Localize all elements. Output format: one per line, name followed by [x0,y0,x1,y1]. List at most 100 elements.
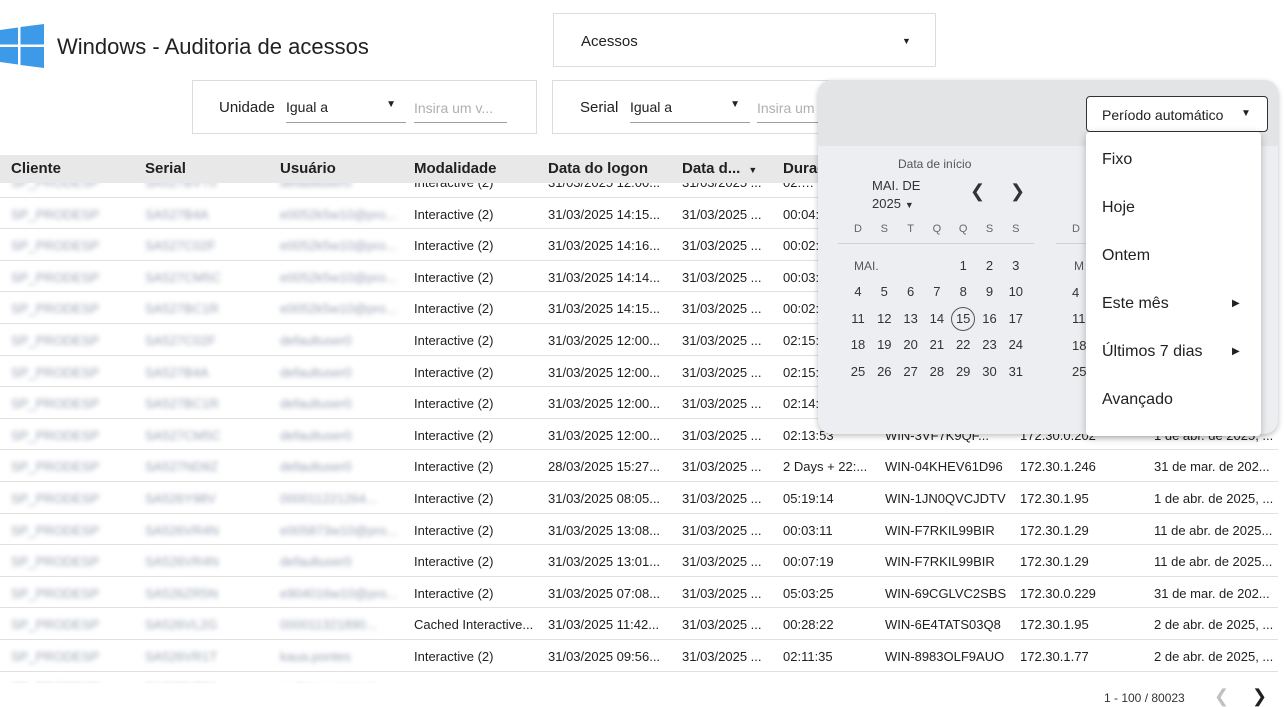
menu-item-ontem[interactable]: Ontem [1086,224,1261,272]
calendar-day[interactable]: 1 [951,254,975,278]
table-row[interactable]: SP_PRODESP SA527ND9Z defaultuser0 Interacti… [0,450,1278,482]
table-row[interactable]: SP_PRODESP SA527N7B0 audinus.pessoal Intera… [0,672,1278,683]
calendar-day[interactable]: 31 [1004,360,1028,384]
calendar-day[interactable]: 9 [978,280,1002,304]
calendar-weekday: T [907,223,914,235]
filter-value-input[interactable] [414,93,507,123]
calendar-day[interactable]: 18 [1072,338,1086,353]
calendar-day[interactable]: 11 [846,307,870,331]
column-header-usuario[interactable]: Usuário [280,160,405,177]
menu-item--ltimos-7-dias[interactable]: Últimos 7 dias ▶ [1086,320,1261,368]
period-options-menu: Fixo Hoje Ontem Este mês ▶ Últimos 7 dias ▶ Ava… [1086,132,1261,436]
table-cell: kaua.pontes [280,649,351,664]
calendar-day[interactable]: 23 [978,333,1002,357]
calendar-day[interactable]: 20 [899,333,923,357]
calendar-day[interactable]: 24 [1004,333,1028,357]
table-row[interactable]: SP_PRODESP SA526VL2G 000011321890... Cached… [0,608,1278,640]
table-cell: WIN-F7RKIL99BIR [885,554,995,570]
menu-item-fixo[interactable]: Fixo [1086,128,1261,176]
calendar-day[interactable]: 5 [872,280,896,304]
filter-operator-select[interactable]: Igual a ▼ [286,93,406,123]
dropdown-caret-icon: ▼ [1241,108,1251,119]
table-cell: WIN-NO232BG.IG41 [885,681,1013,683]
table-cell: e0052k5w10@pro... [280,269,397,285]
table-row[interactable]: SP_PRODESP SA526Y98V 000011221264... Intera… [0,482,1278,514]
menu-item-este-m-s[interactable]: Este mês ▶ [1086,272,1261,320]
calendar-day[interactable]: 30 [978,360,1002,384]
report-select[interactable]: Acessos ▼ [553,13,936,67]
calendar-day-today[interactable]: 15 [951,306,976,331]
filter-label: Serial [580,99,619,116]
table-cell: Interactive (2) [414,554,494,570]
calendar-day[interactable]: 4 [1072,285,1079,300]
table-row[interactable]: SP_PRODESP SA526ZR5N e904016w10@pro... Inte… [0,577,1278,609]
menu-item-avan-ado[interactable]: Avançado [1086,368,1261,416]
calendar-day[interactable]: 22 [951,333,975,357]
calendar-day[interactable]: 6 [899,280,923,304]
table-cell: SP_PRODESP [11,333,100,348]
calendar-day[interactable]: 25 [1072,364,1086,379]
table-cell: SA527C02F [145,238,216,254]
table-row[interactable]: SP_PRODESP SA526VR4N defaultuser0 Interacti… [0,545,1278,577]
sort-desc-icon[interactable]: ▼ [748,165,757,175]
calendar-day[interactable]: 19 [872,333,896,357]
table-cell: 00:28:22 [783,617,834,633]
calendar-day[interactable]: 16 [978,307,1002,331]
calendar-day[interactable]: 4 [846,280,870,304]
column-header-cliente[interactable]: Cliente [11,160,136,177]
table-cell: 31/03/2025 ... [682,522,762,538]
calendar-day[interactable]: 29 [951,360,975,384]
period-dropdown-button[interactable]: Período automático ▼ [1086,96,1268,132]
table-cell: 00:03:11 [783,522,833,538]
calendar-day[interactable]: 12 [872,307,896,331]
table-cell: SA526VR1T [145,649,218,664]
column-header-label: Data d... [682,160,741,177]
next-month-icon[interactable]: ❯ [1010,181,1025,202]
calendar-day[interactable]: 21 [925,333,949,357]
filter-operator-value: Igual a [286,99,329,115]
period-dropdown-label: Período automático [1102,107,1224,123]
table-cell: 31/03/2025 ... [682,681,770,683]
calendar-day[interactable]: 11 [1072,311,1086,326]
table-cell: 2 de abr. de 2025, ... [1154,617,1274,633]
page-title: Windows - Auditoria de acessos [57,34,369,59]
calendar-day[interactable]: 26 [872,360,896,384]
calendar-day[interactable]: 14 [925,307,949,331]
table-cell: 31/03/2025 ... [682,333,762,348]
table-cell: SP_PRODESP [11,459,100,475]
column-header-serial[interactable]: Serial [145,160,270,177]
filter-operator-select[interactable]: Igual a ▼ [630,93,750,123]
menu-item-hoje[interactable]: Hoje [1086,176,1261,224]
table-cell: WIN-04KHEV61D96 [885,459,1003,475]
calendar-day[interactable]: 13 [899,307,923,331]
calendar-day[interactable]: 18 [846,333,870,357]
start-date-title: Data de início [898,157,972,171]
table-row[interactable]: SP_PRODESP SA526VR1T kaua.pontes Interactiv… [0,640,1278,672]
next-page-icon[interactable]: ❯ [1252,686,1267,707]
calendar-day[interactable]: 10 [1004,280,1028,304]
calendar-day[interactable]: 27 [899,360,923,384]
table-cell: SA526Y98V [145,491,216,506]
column-header-data-logon[interactable]: Data do logon [548,160,673,177]
table-cell: Interactive (2) [414,585,494,601]
previous-month-icon[interactable]: ❮ [970,181,985,202]
calendar-day[interactable]: 7 [925,280,949,304]
calendar-day[interactable]: 25 [846,360,870,384]
table-cell: 1 de abr. de 2025, ... [1154,491,1274,506]
menu-item-label: Últimos 7 dias [1102,343,1203,360]
table-cell: Interactive (2) [414,333,494,348]
calendar-day[interactable]: 17 [1004,307,1028,331]
previous-page-icon[interactable]: ❮ [1214,686,1229,707]
column-header-modalidade[interactable]: Modalidade [414,160,539,177]
table-cell: e005873w10@pro... [280,522,398,538]
table-cell: 31/03/2025 ... [682,649,762,664]
column-header-data-logoff[interactable]: Data d... ▼ [682,160,777,177]
calendar-day[interactable]: 8 [951,280,975,304]
table-cell: 31/03/2025 ... [682,301,762,317]
calendar-day[interactable]: 3 [1004,254,1028,278]
table-row[interactable]: SP_PRODESP SA526VR4N e005873w10@pro... Inte… [0,514,1278,546]
dropdown-caret-icon: ▼ [386,99,396,110]
calendar-day[interactable]: 28 [925,360,949,384]
calendar-day[interactable]: 2 [978,254,1002,278]
month-year-selector[interactable]: MAI. DE 2025 ▼ [872,177,920,214]
